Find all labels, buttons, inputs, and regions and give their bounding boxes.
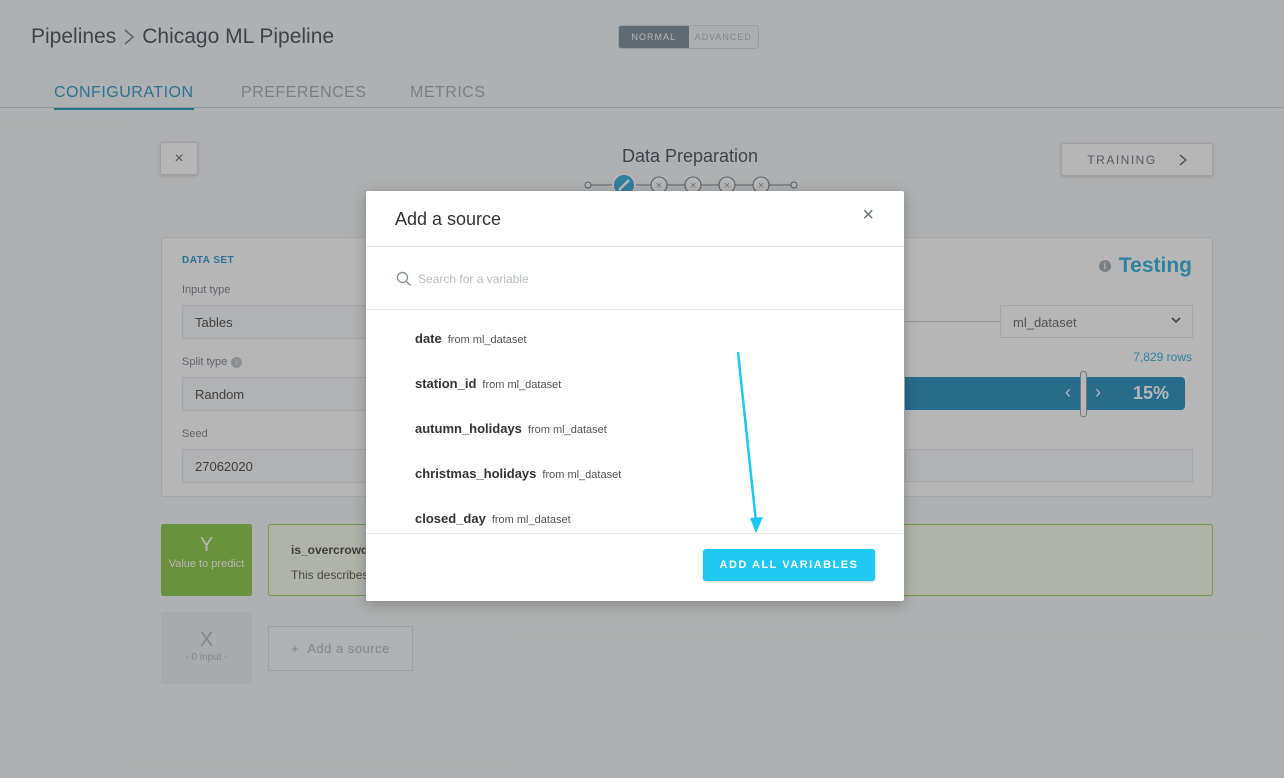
variable-name: date [415, 331, 442, 346]
variable-source: from ml_dataset [491, 514, 571, 526]
list-item[interactable]: station_id from ml_dataset [366, 356, 904, 401]
variable-source: from ml_dataset [447, 334, 527, 346]
search-icon [396, 271, 411, 286]
modal-title: Add a source [395, 209, 502, 229]
variable-source: from ml_dataset [527, 424, 607, 436]
variable-list[interactable]: date from ml_dataset station_id from ml_da… [366, 311, 904, 533]
add-all-variables-button[interactable]: ADD ALL VARIABLES [703, 549, 875, 581]
add-source-modal: Add a source × date from ml_dataset stati… [366, 191, 904, 601]
variable-name: christmas_holidays [415, 466, 537, 481]
variable-source: from ml_dataset [542, 469, 622, 481]
list-item[interactable]: date from ml_dataset [366, 311, 904, 356]
variable-source: from ml_dataset [482, 379, 562, 391]
list-item[interactable]: christmas_holidays from ml_dataset [366, 446, 904, 491]
variable-name: station_id [415, 376, 477, 391]
variable-name: autumn_holidays [415, 421, 522, 436]
list-item[interactable]: autumn_holidays from ml_dataset [366, 401, 904, 446]
modal-header: Add a source × [366, 191, 904, 247]
variable-search-input[interactable] [418, 267, 838, 291]
list-item[interactable]: closed_day from ml_dataset [366, 491, 904, 533]
variable-search-row [366, 247, 904, 310]
close-icon[interactable]: × [862, 204, 874, 227]
variable-name: closed_day [415, 511, 486, 526]
modal-footer: ADD ALL VARIABLES [366, 533, 904, 601]
